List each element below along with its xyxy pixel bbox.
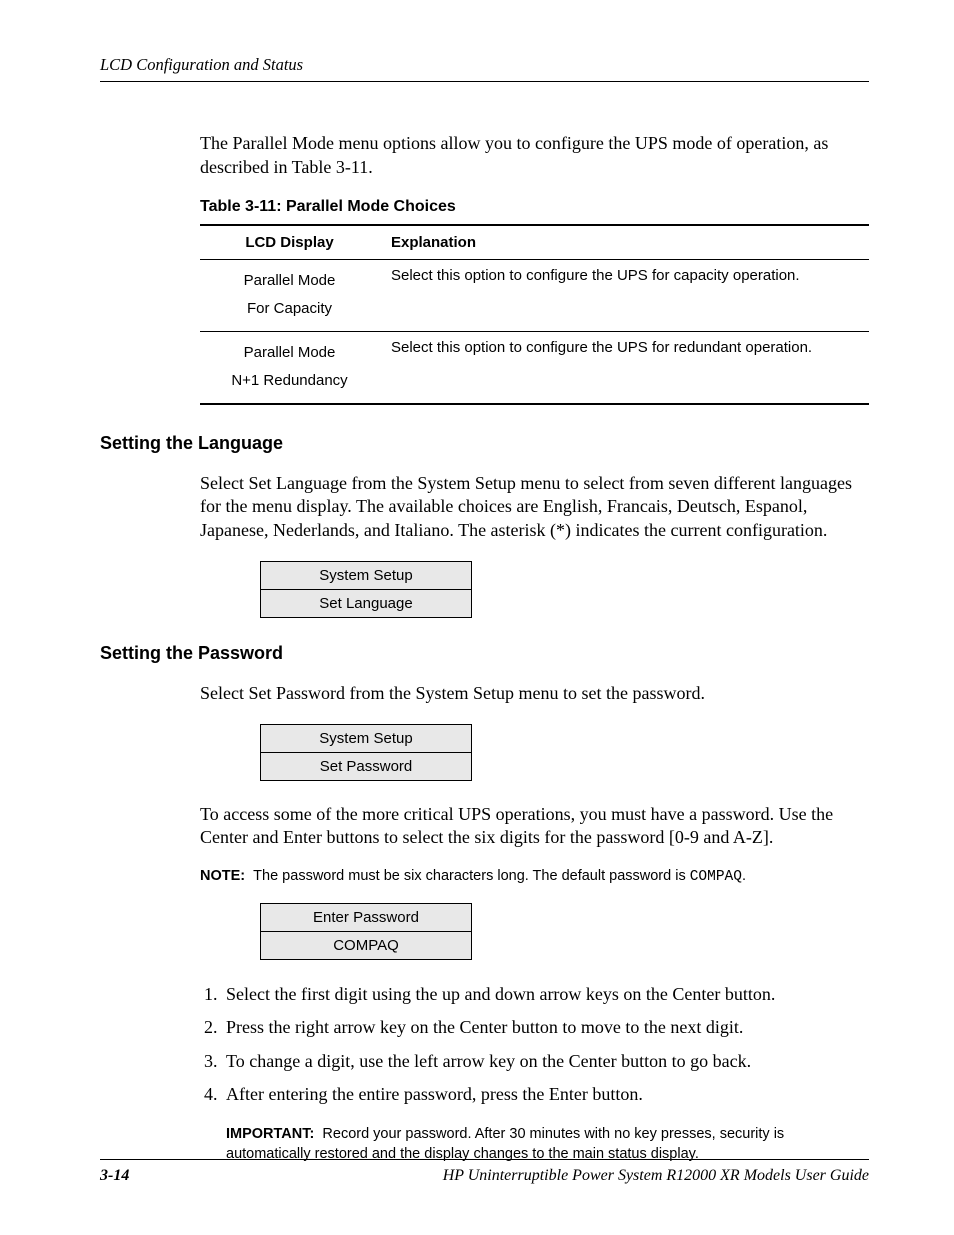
lcd-line: Set Password bbox=[261, 752, 472, 780]
lcd-display-language: System Setup Set Language bbox=[260, 561, 472, 618]
important-label: IMPORTANT: bbox=[226, 1126, 314, 1142]
step-item: To change a digit, use the left arrow ke… bbox=[222, 1049, 869, 1073]
language-paragraph: Select Set Language from the System Setu… bbox=[200, 472, 869, 543]
note-label: NOTE: bbox=[200, 868, 245, 884]
parallel-mode-table: LCD Display Explanation Parallel Mode Fo… bbox=[200, 224, 869, 405]
note-suffix: . bbox=[742, 868, 746, 884]
lcd-display-set-password: System Setup Set Password bbox=[260, 724, 472, 781]
step-item: Select the first digit using the up and … bbox=[222, 982, 869, 1006]
note-code: COMPAQ bbox=[690, 869, 742, 885]
password-steps: Select the first digit using the up and … bbox=[200, 982, 869, 1106]
step-item: After entering the entire password, pres… bbox=[222, 1082, 869, 1106]
table-header-explanation: Explanation bbox=[379, 225, 869, 260]
lcd-display-enter-password: Enter Password COMPAQ bbox=[260, 903, 472, 960]
lcd-line: Parallel Mode bbox=[244, 272, 336, 289]
heading-setting-language: Setting the Language bbox=[100, 433, 869, 454]
lcd-line: N+1 Redundancy bbox=[231, 372, 347, 389]
note-text: The password must be six characters long… bbox=[253, 868, 690, 884]
lcd-line: COMPAQ bbox=[261, 932, 472, 960]
password-paragraph-1: Select Set Password from the System Setu… bbox=[200, 682, 869, 706]
heading-setting-password: Setting the Password bbox=[100, 643, 869, 664]
footer-title: HP Uninterruptible Power System R12000 X… bbox=[443, 1167, 869, 1185]
running-header: LCD Configuration and Status bbox=[100, 55, 869, 82]
password-paragraph-2: To access some of the more critical UPS … bbox=[200, 803, 869, 851]
lcd-line: System Setup bbox=[261, 561, 472, 589]
table-cell-explanation: Select this option to configure the UPS … bbox=[379, 259, 869, 331]
table-cell-lcd: Parallel Mode For Capacity bbox=[200, 259, 379, 331]
page-footer: 3-14 HP Uninterruptible Power System R12… bbox=[100, 1159, 869, 1185]
table-header-lcd: LCD Display bbox=[200, 225, 379, 260]
lcd-line: Parallel Mode bbox=[244, 344, 336, 361]
lcd-line: For Capacity bbox=[247, 300, 332, 317]
lcd-line: System Setup bbox=[261, 724, 472, 752]
page-number: 3-14 bbox=[100, 1167, 129, 1185]
intro-paragraph: The Parallel Mode menu options allow you… bbox=[200, 132, 869, 180]
password-note: NOTE: The password must be six character… bbox=[200, 868, 869, 885]
lcd-line: Set Language bbox=[261, 589, 472, 617]
table-caption: Table 3-11: Parallel Mode Choices bbox=[200, 198, 869, 216]
lcd-line: Enter Password bbox=[261, 904, 472, 932]
step-item: Press the right arrow key on the Center … bbox=[222, 1015, 869, 1039]
table-cell-lcd: Parallel Mode N+1 Redundancy bbox=[200, 331, 379, 404]
table-cell-explanation: Select this option to configure the UPS … bbox=[379, 331, 869, 404]
